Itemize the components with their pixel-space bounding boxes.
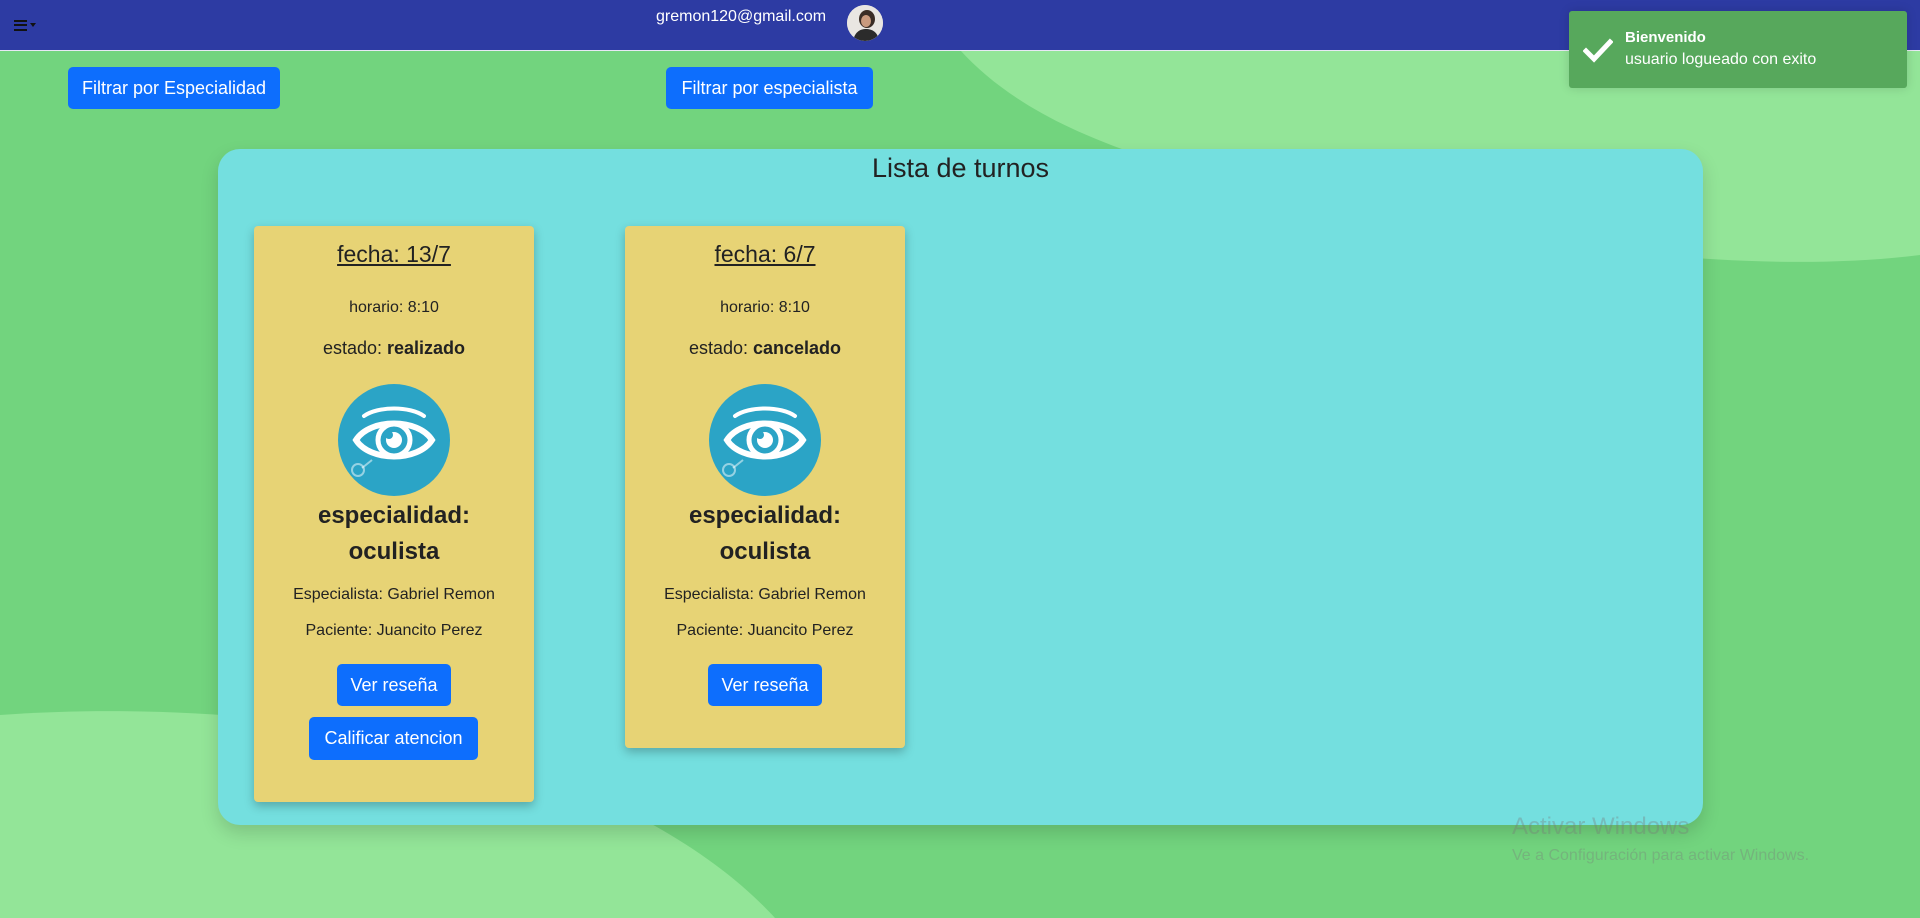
status-label: estado: [688, 338, 748, 358]
appointment-status: estado: cancelado [625, 338, 905, 359]
check-icon [1583, 38, 1613, 63]
watermark-subtitle: Ve a Configuración para activar Windows. [1512, 847, 1810, 864]
user-avatar[interactable] [847, 5, 883, 41]
caret-down-icon [30, 23, 36, 27]
appointment-card: fecha: 6/7 horario: 8:10 estado: cancela… [625, 226, 905, 748]
appointment-specialty: especialidad: oculista [254, 498, 534, 570]
appointments-panel: Lista de turnos fecha: 13/7 horario: 8:1… [218, 149, 1703, 825]
status-value: realizado [387, 338, 466, 358]
view-review-button[interactable]: Ver reseña [337, 664, 451, 706]
filter-by-specialist-button[interactable]: Filtrar por especialista [666, 67, 873, 109]
filter-by-specialty-button[interactable]: Filtrar por Especialidad [68, 67, 280, 109]
specialty-label: especialidad: [688, 502, 842, 529]
appointment-specialist: Especialista: Gabriel Remon [664, 586, 866, 603]
panel-title: Lista de turnos [871, 153, 1050, 183]
appointment-specialty: especialidad: oculista [625, 498, 905, 570]
specialty-value: oculista [348, 538, 440, 565]
specialty-value: oculista [719, 538, 811, 565]
specialty-label: especialidad: [317, 502, 471, 529]
rate-attention-button[interactable]: Calificar atencion [309, 717, 478, 760]
appointment-patient: Paciente: Juancito Perez [305, 622, 483, 639]
status-value: cancelado [753, 338, 842, 358]
appointment-date: fecha: 13/7 [337, 241, 451, 267]
appointment-card: fecha: 13/7 horario: 8:10 estado: realiz… [254, 226, 534, 802]
appointment-status: estado: realizado [254, 338, 534, 359]
eye-icon [709, 384, 821, 496]
appointment-time: horario: 8:10 [349, 299, 439, 316]
appointment-specialist: Especialista: Gabriel Remon [293, 586, 495, 603]
view-review-button[interactable]: Ver reseña [708, 664, 822, 706]
user-email: gremon120@gmail.com [656, 8, 827, 25]
toast-message: usuario logueado con exito [1625, 51, 1817, 68]
appointment-patient: Paciente: Juancito Perez [676, 622, 854, 639]
appointment-time: horario: 8:10 [720, 299, 810, 316]
hamburger-menu-icon[interactable] [14, 15, 44, 35]
watermark-title: Activar Windows [1512, 813, 1690, 840]
appointment-date: fecha: 6/7 [714, 241, 816, 267]
windows-activation-watermark: Activar Windows Ve a Configuración para … [1512, 813, 1809, 865]
toast-notification[interactable]: Bienvenido usuario logueado con exito [1569, 11, 1907, 88]
toast-title: Bienvenido [1625, 29, 1706, 46]
eye-icon [338, 384, 450, 496]
status-label: estado: [322, 338, 382, 358]
